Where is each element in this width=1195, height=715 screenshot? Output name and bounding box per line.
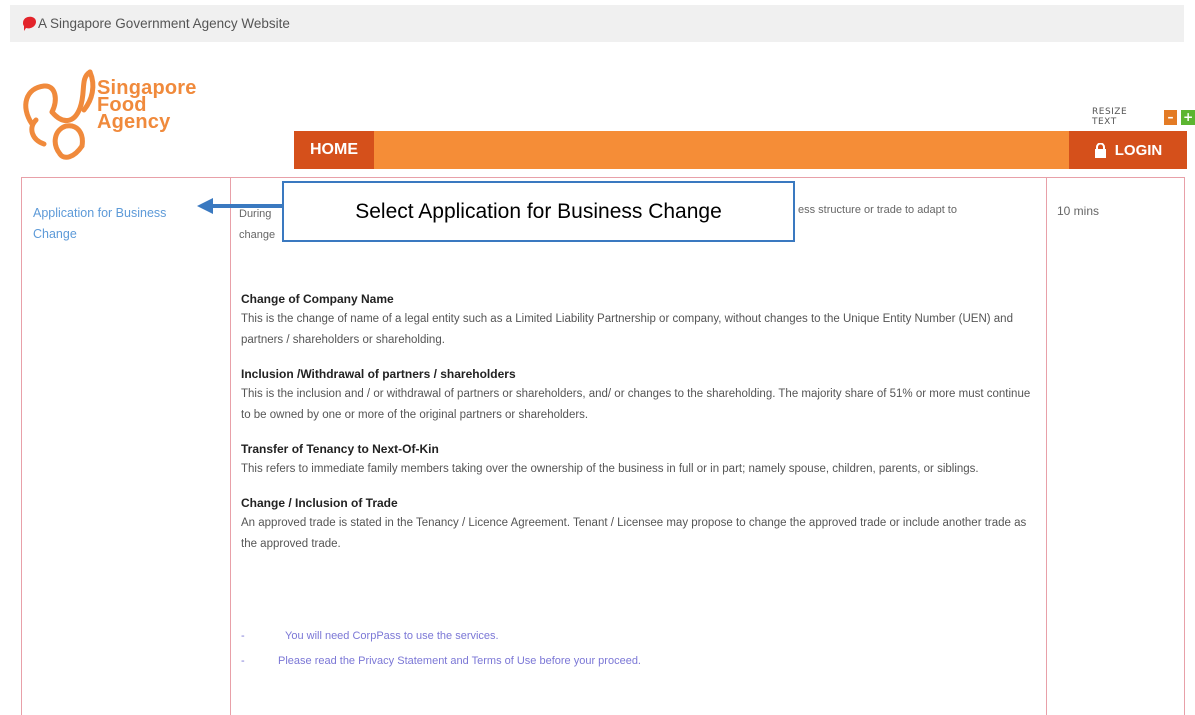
login-label: LOGIN (1114, 141, 1163, 159)
home-nav-button[interactable]: HOME (294, 131, 374, 169)
description-section: Change / Inclusion of Trade An approved … (241, 496, 1041, 555)
note-item: - You will need CorpPass to use the serv… (241, 624, 641, 649)
service-notes: - You will need CorpPass to use the serv… (241, 624, 641, 674)
note-item: - Please read the Privacy Statement and … (241, 649, 641, 674)
table-divider (1046, 177, 1047, 715)
description-section: Transfer of Tenancy to Next-Of-Kin This … (241, 442, 1041, 480)
description-section: Change of Company Name This is the chang… (241, 292, 1041, 351)
service-description: Change of Company Name This is the chang… (241, 292, 1041, 571)
section-title: Change of Company Name (241, 292, 394, 306)
service-duration: 10 mins (1057, 204, 1100, 218)
description-section: Inclusion /Withdrawal of partners / shar… (241, 367, 1041, 426)
gov-banner: A Singapore Government Agency Website (10, 5, 1184, 42)
increase-text-button[interactable]: + (1181, 109, 1195, 125)
gov-banner-text: A Singapore Government Agency Website (38, 16, 290, 31)
corppass-note[interactable]: You will need CorpPass to use the servic… (278, 624, 499, 649)
section-body: This is the change of name of a legal en… (241, 313, 1013, 346)
section-title: Inclusion /Withdrawal of partners / shar… (241, 367, 516, 381)
logo-line-3: Agency (97, 111, 171, 133)
section-title: Change / Inclusion of Trade (241, 496, 398, 510)
section-body: This refers to immediate family members … (241, 463, 979, 475)
login-button[interactable]: LOGIN (1069, 131, 1187, 169)
instruction-callout: Select Application for Business Change (282, 181, 795, 242)
lock-icon (1094, 142, 1106, 158)
table-divider (1184, 177, 1185, 715)
section-title: Transfer of Tenancy to Next-Of-Kin (241, 442, 439, 456)
application-for-business-change-link[interactable]: Application for Business Change (33, 203, 208, 245)
resize-text-label: RESIZE TEXT (1092, 107, 1128, 127)
main-navbar: HOME LOGIN (294, 131, 1187, 169)
section-body: This is the inclusion and / or withdrawa… (241, 388, 1031, 421)
table-divider (21, 177, 22, 715)
section-body: An approved trade is stated in the Tenan… (241, 517, 1027, 550)
service-intro-partial-right: ess structure or trade to adapt to (798, 204, 957, 216)
logo-wordmark: Singapore Food Agency (97, 78, 197, 133)
resize-text-control: RESIZE TEXT – + (1092, 107, 1195, 127)
table-divider (230, 177, 231, 715)
privacy-terms-note[interactable]: Please read the Privacy Statement and Te… (278, 649, 641, 674)
decrease-text-button[interactable]: – (1163, 109, 1178, 125)
singapore-lion-icon (23, 16, 36, 31)
arrow-left-icon (197, 198, 283, 214)
